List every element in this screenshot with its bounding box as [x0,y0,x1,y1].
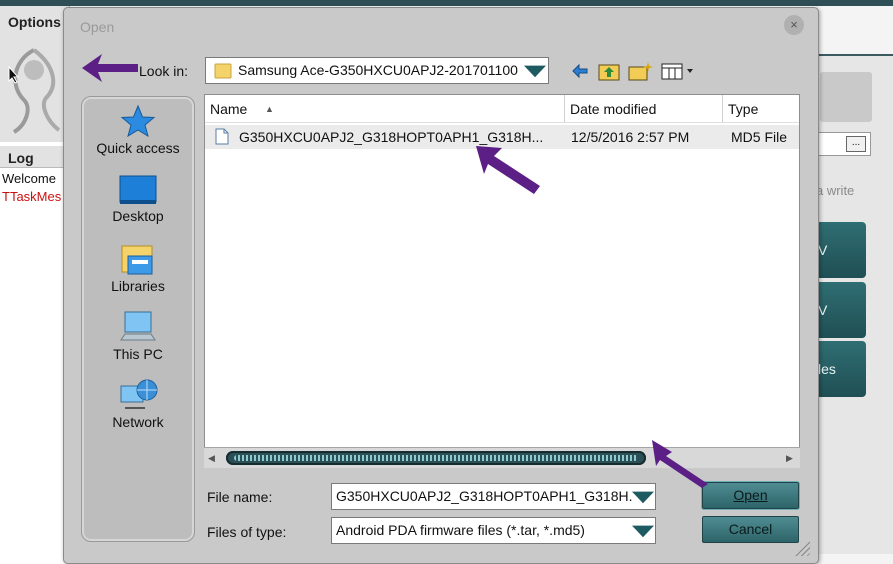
place-label: This PC [113,346,163,362]
cancel-button-label: Cancel [728,521,773,537]
place-this-pc[interactable]: This PC [81,310,195,362]
background-title-bar [0,0,893,6]
file-name-value: G350HXCU0APJ2_G318HOPT0APH1_G318H. [336,488,632,504]
annotation-arrow-icon [652,440,708,488]
close-button[interactable]: × [784,15,804,35]
file-type-label: Files of type: [207,524,287,540]
column-header-type[interactable]: Type [723,95,799,123]
libraries-icon [121,245,153,275]
open-button[interactable]: Open [702,482,799,509]
file-icon [215,128,229,145]
chevron-down-icon[interactable] [632,491,654,504]
column-header-date-modified[interactable]: Date modified [565,95,723,123]
place-libraries[interactable]: Libraries [81,242,195,294]
place-desktop[interactable]: Desktop [81,174,195,224]
column-header-label: Type [728,101,759,117]
scrollbar-thumb[interactable] [226,451,646,465]
place-label: Desktop [112,208,164,224]
annotation-arrow-icon [476,146,540,194]
place-label: Quick access [96,140,180,156]
file-date-cell: 12/5/2016 2:57 PM [571,129,690,145]
place-quick-access[interactable]: Quick access [81,104,195,156]
place-label: Network [112,414,164,430]
back-arrow-icon[interactable] [570,61,590,81]
computer-icon [120,311,156,341]
column-header-name[interactable]: Name ▲ [205,95,565,123]
browse-button[interactable]: ... [846,136,866,152]
right-panel-text: a write [816,183,855,198]
log-line: Welcome [2,171,56,186]
file-name-field[interactable]: G350HXCU0APJ2_G318HOPT0APH1_G318H. [331,483,656,510]
up-folder-icon[interactable] [598,61,620,81]
folder-icon [214,63,232,79]
chevron-down-icon[interactable] [632,525,654,538]
log-label: Log [8,150,34,166]
file-type-value: Android PDA firmware files (*.tar, *.md5… [336,522,585,538]
look-in-dropdown[interactable]: Samsung Ace-G350HXCU0APJ2-201701100 [205,57,549,84]
new-folder-icon[interactable] [628,61,654,81]
look-in-label: Look in: [139,63,189,79]
column-header-label: Date modified [570,101,657,117]
column-header-label: Name [210,101,248,117]
place-network[interactable]: Network [81,378,195,430]
app-logo-icon [12,48,61,134]
file-type-cell: MD5 File [731,129,788,145]
view-menu-icon[interactable] [661,61,695,81]
horizontal-scrollbar[interactable]: ◀ ▶ [204,447,800,468]
cancel-button[interactable]: Cancel [702,516,799,543]
desktop-icon [119,175,157,204]
network-icon [120,379,158,409]
mouse-cursor-icon [8,66,20,84]
look-in-value: Samsung Ace-G350HXCU0APJ2-201701100 [238,62,518,78]
sort-ascending-icon: ▲ [265,104,274,114]
file-type-dropdown[interactable]: Android PDA firmware files (*.tar, *.md5… [331,517,656,544]
star-icon [120,104,156,138]
file-name-label: File name: [207,489,273,505]
options-label: Options [8,14,61,30]
right-panel-placeholder [820,72,872,122]
open-button-label: Open [733,487,768,503]
close-icon: × [790,17,798,32]
annotation-arrow-icon [82,54,138,82]
place-label: Libraries [111,278,165,294]
dialog-title: Open [80,19,115,35]
scroll-right-icon[interactable]: ▶ [786,453,793,464]
scroll-left-icon[interactable]: ◀ [208,453,215,464]
log-line: TTaskMes [2,189,62,204]
